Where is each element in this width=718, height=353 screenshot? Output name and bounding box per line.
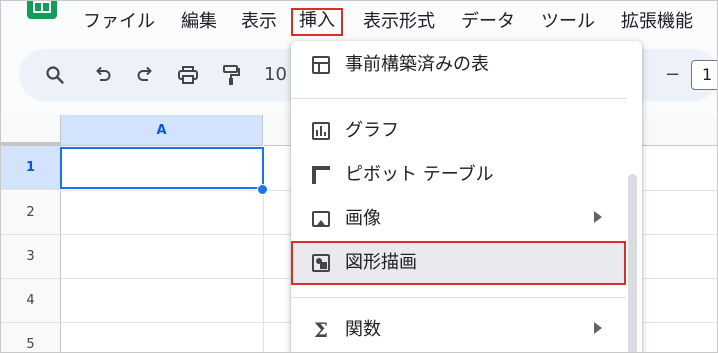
menu-item-drawing[interactable]: 図形描画 [291,241,626,285]
search-icon[interactable] [43,63,67,87]
row-header-2[interactable]: 2 [1,191,61,235]
pivot-table-icon [311,165,331,185]
menu-item-label: 事前構築済みの表 [345,54,489,75]
menu-item-prebuilt-table[interactable]: 事前構築済みの表 [291,43,642,87]
print-icon[interactable] [176,63,200,87]
menu-file[interactable]: ファイル [83,9,155,35]
chart-icon [311,121,331,141]
drawing-icon [311,253,331,273]
row-header-4[interactable]: 4 [1,279,61,323]
table-icon [311,55,331,75]
menu-item-label: 画像 [345,208,381,229]
font-size-input[interactable]: 1 [691,60,717,90]
column-header-a[interactable]: A [61,115,263,146]
redo-icon[interactable] [133,63,157,87]
select-all-corner[interactable] [1,115,61,146]
menu-scrollbar[interactable] [628,174,637,352]
row-header-3[interactable]: 3 [1,235,61,279]
row-header-1[interactable]: 1 [1,146,61,190]
menu-view[interactable]: 表示 [241,9,277,35]
sheets-logo-icon[interactable] [27,1,57,19]
menu-insert[interactable]: 挿入 [291,8,343,36]
menu-item-label: グラフ [345,120,399,141]
submenu-arrow-icon [594,322,602,334]
menu-item-function[interactable]: Σ 関数 [291,308,642,352]
menu-tools[interactable]: ツール [541,9,595,35]
menu-item-label: 図形描画 [345,252,417,273]
submenu-arrow-icon [594,211,602,223]
font-size-decrease-button[interactable]: − [665,63,680,87]
menu-item-chart[interactable]: グラフ [291,109,642,153]
menu-format[interactable]: 表示形式 [363,9,435,35]
row-header-5[interactable]: 5 [1,323,61,352]
menu-item-label: 関数 [345,319,381,340]
menu-edit[interactable]: 編集 [181,9,217,35]
app-window: ファイル 編集 表示 挿入 表示形式 データ ツール 拡張機能 10 − 1 A [0,0,718,353]
fill-handle[interactable] [257,184,268,195]
menu-item-image[interactable]: 画像 [291,197,642,241]
zoom-level[interactable]: 10 [264,63,287,87]
menu-item-label: ピボット テーブル [345,164,494,185]
undo-icon[interactable] [91,63,115,87]
cell-a1-selected[interactable] [60,147,264,189]
menu-separator [291,297,626,298]
sigma-icon: Σ [313,318,329,342]
insert-menu-dropdown: 事前構築済みの表 グラフ ピボット テーブル 画像 図形描画 Σ 関数 [291,41,642,352]
menu-separator [291,98,626,99]
paint-format-icon[interactable] [219,63,243,87]
image-icon [311,209,331,229]
menu-bar: ファイル 編集 表示 挿入 表示形式 データ ツール 拡張機能 [1,1,717,41]
menu-data[interactable]: データ [461,9,515,35]
menu-extensions[interactable]: 拡張機能 [621,9,693,35]
menu-item-pivot-table[interactable]: ピボット テーブル [291,153,642,197]
